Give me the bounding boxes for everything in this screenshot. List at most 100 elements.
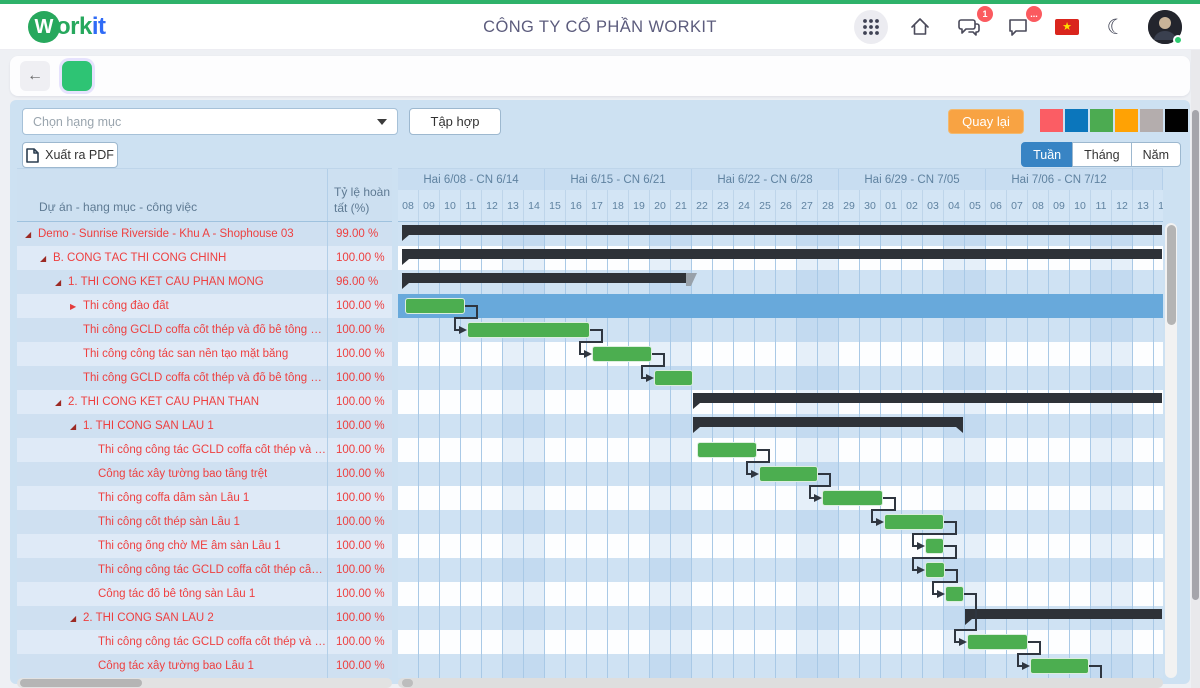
task-name-cell: Công tác xây tường bao Lầu 1 [17,660,327,672]
table-row[interactable]: Thi công cốt thép sàn Lầu 1100.00 % [17,510,392,534]
table-row[interactable]: Thi công công tác san nền tạo mặt bằng10… [17,342,392,366]
active-module-tile[interactable] [62,61,92,91]
table-row[interactable]: Thi công công tác GCLD coffa cốt thép và… [17,438,392,462]
aggregate-button[interactable]: Tập hợp [409,108,501,135]
tree-toggle-icon[interactable]: ◢ [70,422,83,431]
task-bar[interactable] [654,370,693,386]
table-row[interactable]: Thi công ống chờ ME âm sàn Lầu 1100.00 % [17,534,392,558]
color-swatch-group [1040,109,1188,132]
task-name-cell: Thi công GCLD coffa cốt thép và đổ bê tô… [17,372,327,384]
go-back-button[interactable]: Quay lại [948,109,1024,134]
task-bar[interactable] [945,586,964,602]
tree-toggle-icon[interactable]: ◢ [55,278,68,287]
gantt-panel: Chọn hạng mục Tập hợp Quay lại Xuất ra P… [10,100,1190,684]
task-table-header: Dự án - hạng mục - công việc Tỷ lệ hoàn … [17,168,392,222]
user-avatar[interactable] [1148,10,1182,44]
table-row[interactable]: ▶Thi công đào đất100.00 % [17,294,392,318]
page-scrollbar-thumb[interactable] [1192,110,1199,600]
color-swatch-1[interactable] [1065,109,1088,132]
messages-badge: ... [1026,6,1042,22]
task-name-cell: Thi công ống chờ ME âm sàn Lầu 1 [17,540,327,552]
color-swatch-0[interactable] [1040,109,1063,132]
day-header-cell: 06 [986,190,1007,222]
dark-mode-toggle[interactable]: ☾ [1099,10,1133,44]
task-name: Demo - Sunrise Riverside - Khu A - Shoph… [38,228,294,240]
task-bar[interactable] [759,466,818,482]
chart-hscrollbar-thumb[interactable] [402,679,413,687]
task-bar[interactable] [592,346,652,362]
task-bar[interactable] [967,634,1028,650]
online-status-dot [1173,35,1183,45]
summary-bar[interactable] [402,249,1162,259]
table-row[interactable]: ◢B. CÔNG TÁC THI CÔNG CHÍNH100.00 % [17,246,392,270]
timescale-tabs: Tuần Tháng Năm [1021,142,1181,167]
table-row[interactable]: ◢1. THI CÔNG SÀN LẦU 1100.00 % [17,414,392,438]
table-row[interactable]: Thi công GCLD coffa cốt thép và đổ bê tô… [17,366,392,390]
task-name: Công tác xây tường bao Lầu 1 [98,660,254,672]
table-row[interactable]: Thi công công tác GCLD coffa cốt thép và… [17,630,392,654]
day-header-cell: 17 [587,190,608,222]
task-name: Thi công coffa dầm sàn Lầu 1 [98,492,249,504]
task-percent-cell: 96.00 % [327,270,392,294]
home-icon[interactable] [903,10,937,44]
table-hscrollbar-thumb[interactable] [20,679,142,687]
task-percent-cell: 100.00 % [327,462,392,486]
task-bar[interactable] [1030,658,1089,674]
day-header-cell: 16 [566,190,587,222]
day-header-cell: 11 [1091,190,1112,222]
summary-bar[interactable] [965,609,1162,619]
chart-vscrollbar-track [1165,223,1177,678]
tree-toggle-icon[interactable]: ◢ [40,254,53,263]
language-flag-vn[interactable]: ★ [1050,10,1084,44]
export-pdf-button[interactable]: Xuất ra PDF [22,142,118,168]
task-bar[interactable] [405,298,465,314]
task-bar[interactable] [697,442,757,458]
task-bar[interactable] [925,538,944,554]
table-row[interactable]: ◢2. THI CÔNG KẾT CẤU PHẦN THÂN100.00 % [17,390,392,414]
back-arrow-button[interactable]: ← [20,61,50,91]
color-swatch-4[interactable] [1140,109,1163,132]
apps-grid-icon[interactable] [854,10,888,44]
table-row[interactable]: Công tác đổ bê tông sàn Lầu 1 100.00 % [17,582,392,606]
tab-month[interactable]: Tháng [1072,142,1131,167]
task-name: B. CÔNG TÁC THI CÔNG CHÍNH [53,252,226,264]
color-swatch-3[interactable] [1115,109,1138,132]
tree-toggle-icon[interactable]: ◢ [55,398,68,407]
tab-year[interactable]: Năm [1131,142,1181,167]
day-header-cell: 22 [692,190,713,222]
task-bar[interactable] [467,322,590,338]
color-swatch-2[interactable] [1090,109,1113,132]
task-name: Thi công ống chờ ME âm sàn Lầu 1 [98,540,281,552]
tree-toggle-icon[interactable]: ◢ [25,230,38,239]
chat-icon[interactable]: 1 [952,10,986,44]
summary-bar[interactable] [402,273,686,283]
task-name: 1. THI CÔNG KẾT CẤU PHẦN MÓNG [68,276,264,288]
category-select[interactable]: Chọn hạng mục [22,108,398,135]
table-row[interactable]: ◢2. THI CÔNG SÀN LẦU 2100.00 % [17,606,392,630]
table-row[interactable]: Thi công coffa dầm sàn Lầu 1100.00 % [17,486,392,510]
table-row[interactable]: Công tác xây tường bao Lầu 1100.00 % [17,654,392,678]
table-row[interactable]: ◢Demo - Sunrise Riverside - Khu A - Shop… [17,222,392,246]
chart-vscrollbar-thumb[interactable] [1167,225,1176,325]
tree-toggle-icon[interactable]: ▶ [70,302,83,311]
task-bar[interactable] [822,490,883,506]
task-percent-cell: 100.00 % [327,582,392,606]
table-row[interactable]: Thi công GCLD coffa cốt thép và đổ bê tô… [17,318,392,342]
table-row[interactable]: ◢1. THI CÔNG KẾT CẤU PHẦN MÓNG 96.00 % [17,270,392,294]
task-bar[interactable] [925,562,945,578]
summary-bar[interactable] [693,417,963,427]
tree-toggle-icon[interactable]: ◢ [70,614,83,623]
summary-bar[interactable] [402,225,1162,235]
color-swatch-5[interactable] [1165,109,1188,132]
tab-week[interactable]: Tuần [1021,142,1073,167]
task-name: Công tác đổ bê tông sàn Lầu 1 [98,588,255,600]
vietnam-flag-icon: ★ [1055,19,1079,35]
messages-icon[interactable]: ... [1001,10,1035,44]
column-header-task: Dự án - hạng mục - công việc [39,200,197,214]
table-row[interactable]: Thi công công tác GCLD coffa cốt thép cầ… [17,558,392,582]
summary-bar[interactable] [693,393,1162,403]
task-percent-cell: 100.00 % [327,606,392,630]
table-row[interactable]: Công tác xây tường bao tầng trệt100.00 % [17,462,392,486]
week-header-cell: Hai 6/08 - CN 6/14 [398,169,545,190]
task-bar[interactable] [884,514,944,530]
